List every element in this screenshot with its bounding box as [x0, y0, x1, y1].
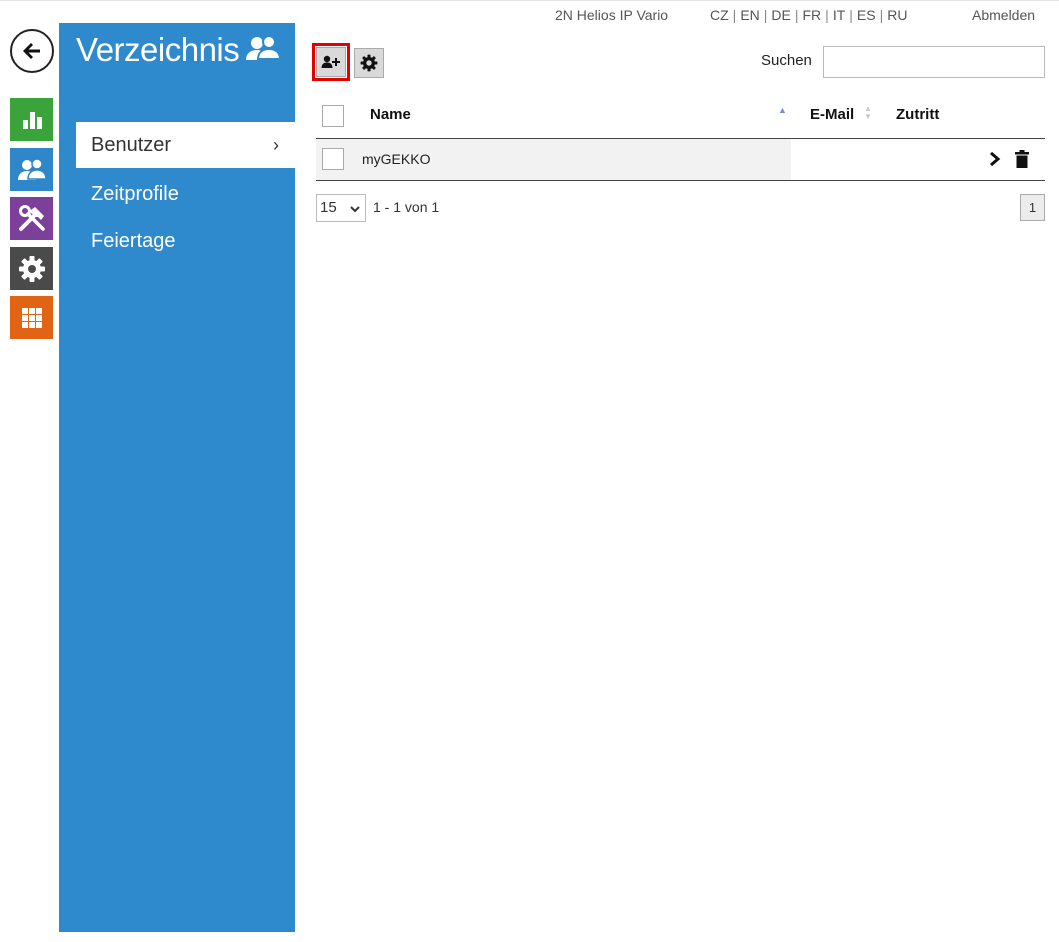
open-row-button[interactable]: [989, 151, 1001, 172]
sidebar-item-zeitprofile[interactable]: Zeitprofile: [76, 171, 295, 217]
lang-de[interactable]: DE: [771, 7, 790, 23]
section-title-text: Verzeichnis: [76, 31, 240, 68]
page-size-select[interactable]: 15: [316, 194, 366, 222]
icon-rail: [0, 1, 58, 942]
system-menu-button[interactable]: [10, 247, 53, 290]
lang-ru[interactable]: RU: [887, 7, 907, 23]
sort-ascending-icon: ▲: [778, 105, 787, 115]
users-table: Name ▲ E-Mail ▲ ▼ Zutritt myGEKKO: [316, 98, 1045, 181]
status-menu-button[interactable]: [10, 98, 53, 141]
lang-cz[interactable]: CZ: [710, 7, 729, 23]
lang-fr[interactable]: FR: [803, 7, 822, 23]
services-grid-icon: [21, 307, 42, 328]
chevron-down-icon: [350, 196, 360, 232]
lang-es[interactable]: ES: [857, 7, 876, 23]
lang-it[interactable]: IT: [833, 7, 845, 23]
services-menu-button[interactable]: [10, 296, 53, 339]
column-header-name[interactable]: Name: [370, 106, 411, 123]
pagination-info: 1 - 1 von 1: [373, 199, 440, 215]
table-settings-button[interactable]: [354, 48, 384, 78]
sidebar-item-label: Feiertage: [91, 230, 176, 252]
page-button-1[interactable]: 1: [1020, 194, 1045, 221]
row-name: myGEKKO: [362, 151, 431, 167]
directory-menu-button[interactable]: [10, 148, 53, 191]
hardware-tools-icon: [18, 204, 45, 231]
add-user-icon: [321, 55, 340, 68]
sort-icon: ▲ ▼: [864, 104, 872, 121]
add-user-button[interactable]: [312, 43, 350, 81]
sidebar-item-feiertage[interactable]: Feiertage: [76, 218, 295, 264]
search-input[interactable]: [823, 46, 1045, 78]
sidebar-item-benutzer[interactable]: Benutzer ›: [76, 122, 295, 168]
section-sidebar: Verzeichnis Benutzer › Zeitprofile Feier…: [59, 23, 295, 932]
sidebar-item-label: Zeitprofile: [91, 183, 179, 205]
status-chart-icon: [22, 111, 42, 129]
lang-en[interactable]: EN: [740, 7, 759, 23]
logout-link[interactable]: Abmelden: [972, 7, 1035, 23]
trash-icon: [1015, 150, 1029, 168]
select-all-checkbox[interactable]: [322, 105, 344, 127]
system-gear-icon: [18, 255, 45, 282]
row-checkbox[interactable]: [322, 148, 344, 170]
column-header-email[interactable]: E-Mail: [810, 106, 854, 123]
search-label: Suchen: [761, 52, 812, 69]
gear-icon: [360, 54, 378, 72]
section-title: Verzeichnis: [76, 31, 282, 69]
sidebar-item-label: Benutzer: [91, 134, 172, 156]
hardware-menu-button[interactable]: [10, 197, 53, 240]
delete-row-button[interactable]: [1015, 150, 1029, 173]
table-row[interactable]: myGEKKO: [316, 139, 1045, 181]
users-icon: [246, 35, 282, 60]
language-switcher: CZ | EN | DE | FR | IT | ES | RU: [710, 7, 908, 23]
column-header-access[interactable]: Zutritt: [896, 106, 939, 123]
directory-users-icon: [17, 157, 47, 180]
table-header: Name ▲ E-Mail ▲ ▼ Zutritt: [316, 98, 1045, 139]
device-name: 2N Helios IP Vario: [555, 7, 669, 23]
back-button[interactable]: [10, 29, 54, 73]
chevron-right-icon: ›: [273, 135, 279, 155]
back-arrow-icon: [23, 43, 40, 59]
chevron-right-icon: [990, 151, 1001, 167]
page-size-value: 15: [320, 199, 337, 216]
